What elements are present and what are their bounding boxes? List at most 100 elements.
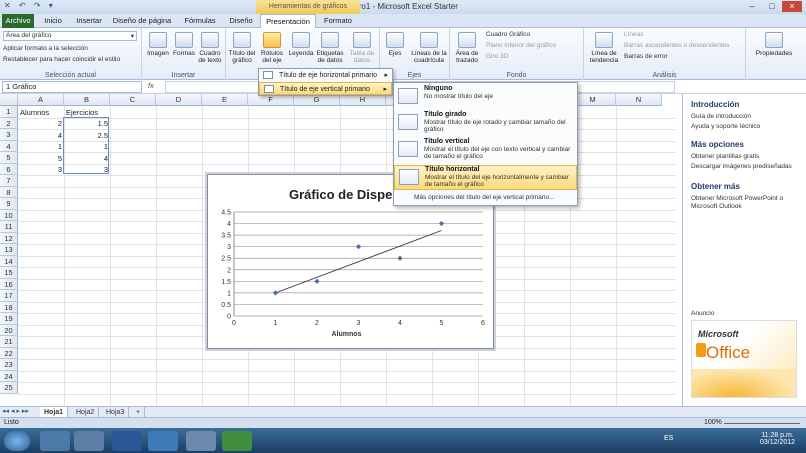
row-header[interactable]: 13 xyxy=(0,244,18,256)
maximize-button[interactable]: □ xyxy=(762,1,782,12)
image-button[interactable]: Imagen xyxy=(145,32,171,57)
header-cell[interactable]: Ejercicios xyxy=(66,107,108,118)
intro-link-guide[interactable]: Guía de introducción xyxy=(691,113,751,121)
data-cell[interactable]: 3 xyxy=(18,164,62,175)
row-header[interactable]: 18 xyxy=(0,301,18,313)
data-cell[interactable]: 1 xyxy=(64,141,108,152)
tab-diseno[interactable]: Diseño xyxy=(224,14,258,28)
tab-formulas[interactable]: Fórmulas xyxy=(180,14,220,28)
word-icon[interactable] xyxy=(112,431,142,451)
data-cell[interactable]: 1.5 xyxy=(64,118,108,129)
more-options-link[interactable]: Más opciones del título del eje vertical… xyxy=(394,194,577,204)
explorer-icon[interactable] xyxy=(40,431,70,451)
error-bars-button[interactable]: Barras de error xyxy=(624,53,668,60)
row-header[interactable]: 25 xyxy=(0,382,18,394)
row-header[interactable]: 12 xyxy=(0,232,18,244)
row-header[interactable]: 9 xyxy=(0,198,18,210)
select-all-corner[interactable] xyxy=(0,94,18,106)
column-header[interactable]: C xyxy=(110,94,156,106)
row-header[interactable]: 3 xyxy=(0,129,18,141)
chart-floor-button[interactable]: Plano inferior del gráfico xyxy=(486,42,556,49)
tab-archivo[interactable]: Archivo xyxy=(2,14,34,28)
tab-inicio[interactable]: Inicio xyxy=(36,14,70,28)
option-none[interactable]: Ninguno No mostrar título del eje xyxy=(394,85,577,107)
row-header[interactable]: 23 xyxy=(0,359,18,371)
axis-titles-button[interactable]: Rótulos del eje xyxy=(258,32,286,64)
row-header[interactable]: 1 xyxy=(0,106,18,118)
zoom-level[interactable]: 100% xyxy=(704,419,722,426)
updown-bars-button[interactable]: Barras ascendentes o descendentes xyxy=(624,42,730,49)
menu-item-horizontal-title[interactable]: Título de eje horizontal primario ▸ xyxy=(259,69,392,82)
axes-button[interactable]: Ejes xyxy=(382,32,408,57)
chart-wall-button[interactable]: Cuadro Gráfico xyxy=(486,31,530,38)
textbox-button[interactable]: Cuadro de texto xyxy=(197,32,223,64)
app-icon[interactable] xyxy=(186,431,216,451)
column-header[interactable]: A xyxy=(18,94,64,106)
row-header[interactable]: 8 xyxy=(0,186,18,198)
chart-title-button[interactable]: Título del gráfico xyxy=(228,32,256,64)
properties-button[interactable]: Propiedades xyxy=(752,32,796,57)
sheet-nav-arrows[interactable]: ◂◂ ◂ ▸ ▸▸ xyxy=(2,407,29,415)
row-header[interactable]: 16 xyxy=(0,278,18,290)
shapes-button[interactable]: Formas xyxy=(172,32,196,57)
row-header[interactable]: 15 xyxy=(0,267,18,279)
row-header[interactable]: 6 xyxy=(0,163,18,175)
row-header[interactable]: 7 xyxy=(0,175,18,187)
trendline-button[interactable]: Línea de tendencia xyxy=(586,32,622,64)
intro-link-help[interactable]: Ayuda y soporte técnico xyxy=(691,123,760,131)
row-header[interactable]: 20 xyxy=(0,324,18,336)
column-header[interactable]: D xyxy=(156,94,202,106)
get-link-office[interactable]: Obtener Microsoft PowerPoint o Microsoft… xyxy=(691,195,801,211)
clock[interactable]: 11:28 p.m. 03/12/2012 xyxy=(760,432,795,446)
row-header[interactable]: 10 xyxy=(0,209,18,221)
start-button[interactable] xyxy=(4,431,30,451)
option-vertical[interactable]: Título vertical Mostrar el título del eje… xyxy=(394,138,577,162)
minimize-button[interactable]: – xyxy=(742,1,762,12)
media-player-icon[interactable] xyxy=(74,431,104,451)
close-button[interactable]: × xyxy=(782,1,802,12)
plot-area-button[interactable]: Área de trazado xyxy=(452,32,482,64)
column-header[interactable]: E xyxy=(202,94,248,106)
fx-icon[interactable]: fx xyxy=(148,81,154,90)
data-cell[interactable]: 2 xyxy=(18,118,62,129)
tab-diseno-pagina[interactable]: Diseño de página xyxy=(110,14,174,28)
zoom-slider[interactable] xyxy=(724,423,800,424)
chrome-icon[interactable] xyxy=(148,431,178,451)
data-labels-button[interactable]: Etiquetas de datos xyxy=(315,32,345,64)
legend-button[interactable]: Leyenda xyxy=(288,32,314,57)
row-header[interactable]: 14 xyxy=(0,255,18,267)
row-header[interactable]: 24 xyxy=(0,370,18,382)
apply-format-button[interactable]: Aplicar formato a la selección xyxy=(3,45,88,52)
lines-button[interactable]: Líneas xyxy=(624,31,644,38)
reset-style-button[interactable]: Restablecer para hacer coincidir el esti… xyxy=(3,56,120,63)
row-header[interactable]: 5 xyxy=(0,152,18,164)
option-horizontal[interactable]: Título horizontal Mostrar el título del e… xyxy=(394,165,577,190)
tab-formato[interactable]: Formato xyxy=(318,14,358,28)
row-header[interactable]: 4 xyxy=(0,140,18,152)
gridlines-button[interactable]: Líneas de la cuadrícula xyxy=(410,32,448,64)
data-cell[interactable]: 5 xyxy=(18,153,62,164)
data-cell[interactable]: 3 xyxy=(64,164,108,175)
data-table-button[interactable]: Tabla de datos xyxy=(347,32,377,64)
data-cell[interactable]: 4 xyxy=(18,130,62,141)
name-box[interactable]: 1 Gráfico xyxy=(2,81,142,93)
data-cell[interactable]: 2.5 xyxy=(64,130,108,141)
more-link-clipart[interactable]: Descargar imágenes prediseñadas xyxy=(691,163,792,171)
office-ad[interactable]: Microsoft Office xyxy=(691,320,797,398)
row-header[interactable]: 22 xyxy=(0,347,18,359)
header-cell[interactable]: Alumnos xyxy=(20,107,62,118)
tab-insertar[interactable]: Insertar xyxy=(72,14,106,28)
data-cell[interactable]: 1 xyxy=(18,141,62,152)
tab-presentacion[interactable]: Presentación xyxy=(260,14,316,28)
menu-item-vertical-title[interactable]: Título de eje vertical primario ▸ xyxy=(259,82,392,95)
row-header[interactable]: 17 xyxy=(0,290,18,302)
row-header[interactable]: 2 xyxy=(0,117,18,129)
excel-icon[interactable] xyxy=(222,431,252,451)
row-header[interactable]: 21 xyxy=(0,336,18,348)
more-link-templates[interactable]: Obtener plantillas gratis xyxy=(691,153,759,161)
rotation-3d-button[interactable]: Giro 3D xyxy=(486,53,508,60)
data-cell[interactable]: 4 xyxy=(64,153,108,164)
column-header[interactable]: B xyxy=(64,94,110,106)
language-indicator[interactable]: ES xyxy=(664,435,673,442)
option-rotated[interactable]: Título girado Mostrar título de eje rotad… xyxy=(394,111,577,135)
